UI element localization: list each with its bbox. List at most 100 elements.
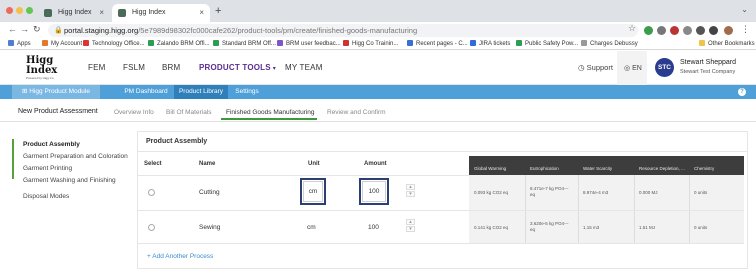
back-icon[interactable]: ← xyxy=(8,24,17,34)
impact-value: 8.471e-7 kg PO4--- eq xyxy=(530,186,569,197)
nav-fslm[interactable]: FSLM xyxy=(123,63,145,72)
extension-icon[interactable] xyxy=(644,26,653,35)
bookmark-recent-pages[interactable]: Recent pages - C... xyxy=(407,39,468,50)
step-review-and-confirm[interactable]: Review and Confirm xyxy=(327,109,386,116)
panel-divider xyxy=(137,151,748,152)
support-link[interactable]: ◷ Support xyxy=(578,63,613,72)
url-host: portal.staging.higg.org xyxy=(64,26,139,35)
close-window-dot[interactable] xyxy=(6,7,13,14)
impact-value: 3.620e-5 kg PO4--- eq xyxy=(530,221,569,232)
tab-settings[interactable]: Settings xyxy=(228,85,266,99)
chevron-down-icon[interactable]: ▾ xyxy=(406,226,415,232)
clock-icon: ◷ xyxy=(578,63,585,72)
unit-select[interactable]: cm xyxy=(307,224,316,231)
bookmark-icon xyxy=(407,40,413,46)
column-header-amount: Amount xyxy=(364,161,387,167)
bookmark-standard-brm[interactable]: Standard BRM Off... xyxy=(213,39,276,50)
amount-input[interactable]: 100 xyxy=(368,224,379,231)
bookmark-technology-office[interactable]: Technology Office... xyxy=(83,39,145,50)
row-select-radio[interactable] xyxy=(148,224,155,231)
bookmark-my-account[interactable]: My Account xyxy=(42,39,82,50)
apps-grid-icon xyxy=(8,40,14,46)
impact-value: 0.141 kg CO2 eq xyxy=(474,225,509,230)
bookmark-other[interactable]: Other Bookmarks xyxy=(699,39,755,50)
nav-fem[interactable]: FEM xyxy=(88,63,106,72)
sidebar-item-garment-washing[interactable]: Garment Washing and Finishing xyxy=(23,177,116,184)
chevron-up-icon[interactable]: ▴ xyxy=(406,219,415,225)
impact-value: 0 units xyxy=(694,225,708,230)
add-process-button[interactable]: + Add Another Process xyxy=(147,253,213,260)
bookmark-icon xyxy=(277,40,283,46)
row-select-radio[interactable] xyxy=(148,189,155,196)
address-bar: ← → ↻ 🔒 portal.staging.higg.org/5e7989d9… xyxy=(0,22,756,39)
sidebar-item-disposal-modes[interactable]: Disposal Modes xyxy=(23,193,69,200)
step-bill-of-materials[interactable]: Bill Of Materials xyxy=(166,109,212,116)
column-divider xyxy=(634,175,635,243)
bookmark-icon xyxy=(470,40,476,46)
chevron-down-icon[interactable]: ▾ xyxy=(406,191,415,197)
amount-stepper[interactable]: ▴ ▾ xyxy=(406,184,415,198)
impact-value: 0 units xyxy=(694,190,708,195)
bookmark-charges-debussy[interactable]: Charges Debussy xyxy=(581,39,638,50)
maximize-window-dot[interactable] xyxy=(26,7,33,14)
nav-my-team[interactable]: MY TEAM xyxy=(285,63,323,72)
bookmark-higg-training[interactable]: Higg Co Trainin... xyxy=(343,39,398,50)
browser-tab-1[interactable]: Higg Index × xyxy=(38,4,110,22)
bookmark-icon xyxy=(83,40,89,46)
module-name[interactable]: ⊞ Higg Product Module xyxy=(12,85,100,99)
language-selector[interactable]: ◎ EN xyxy=(624,64,642,72)
folder-icon xyxy=(699,40,705,46)
assessment-steps: New Product Assessment Overview Info Bil… xyxy=(0,103,756,122)
user-name[interactable]: Stewart Sheppard xyxy=(680,59,736,66)
column-header-global-warming: Global Warming xyxy=(474,166,507,171)
amount-input[interactable]: 100 xyxy=(362,181,386,202)
extension-icon[interactable] xyxy=(683,26,692,35)
amount-stepper[interactable]: ▴ ▾ xyxy=(406,219,415,233)
close-tab-icon[interactable]: × xyxy=(99,4,104,22)
sidebar-item-garment-printing[interactable]: Garment Printing xyxy=(23,165,72,172)
close-tab-icon[interactable]: × xyxy=(199,4,204,22)
column-divider xyxy=(689,175,690,243)
sidebar-item-product-assembly[interactable]: Product Assembly xyxy=(23,141,80,148)
bookmarks-bar: Apps My Account Technology Office... Zal… xyxy=(0,39,756,50)
bookmark-brm-feedback[interactable]: BRM user feedbac... xyxy=(277,39,341,50)
process-name: Sewing xyxy=(199,224,221,231)
impact-values-area xyxy=(469,175,744,243)
extensions-puzzle-icon[interactable] xyxy=(709,26,718,35)
column-header-chemistry: Chemistry xyxy=(694,166,715,171)
url-input[interactable]: 🔒 portal.staging.higg.org/5e7989d98302fc… xyxy=(48,24,638,37)
minimize-window-dot[interactable] xyxy=(16,7,23,14)
nav-brm[interactable]: BRM xyxy=(162,63,180,72)
new-tab-button[interactable]: + xyxy=(215,5,221,17)
tab-search-icon[interactable]: ⌄ xyxy=(741,5,748,14)
unit-select[interactable]: cm xyxy=(303,181,323,202)
bookmark-apps[interactable]: Apps xyxy=(8,39,31,50)
step-overview-info[interactable]: Overview Info xyxy=(114,109,154,116)
bookmark-star-icon[interactable]: ☆ xyxy=(628,23,636,34)
chevron-up-icon[interactable]: ▴ xyxy=(406,184,415,190)
sidebar-item-garment-preparation[interactable]: Garment Preparation and Coloration xyxy=(23,153,128,160)
column-divider xyxy=(578,175,579,243)
help-icon[interactable]: ? xyxy=(738,88,746,96)
step-finished-goods-manufacturing[interactable]: Finished Goods Manufacturing xyxy=(226,109,315,116)
bookmark-zalando-brm[interactable]: Zalando BRM Offi... xyxy=(148,39,210,50)
tab-title: Higg Index xyxy=(132,9,166,16)
bookmark-icon xyxy=(516,40,522,46)
tab-title: Higg Index xyxy=(58,9,92,16)
extension-icon[interactable] xyxy=(696,26,705,35)
tab-pm-dashboard[interactable]: PM Dashboard xyxy=(118,85,174,99)
higg-index-logo[interactable]: Higg Index Powered by Higg Co xyxy=(26,55,58,81)
extension-icon[interactable] xyxy=(670,26,679,35)
browser-menu-icon[interactable]: ⋮ xyxy=(741,24,750,35)
tab-product-library[interactable]: Product Library xyxy=(174,85,228,99)
row-divider xyxy=(137,175,469,176)
reload-icon[interactable]: ↻ xyxy=(33,24,41,35)
bookmark-public-safety[interactable]: Public Safety Pow... xyxy=(516,39,578,50)
nav-product-tools[interactable]: PRODUCT TOOLS ▾ xyxy=(199,63,276,72)
profile-avatar-icon[interactable] xyxy=(724,26,733,35)
avatar[interactable]: STC xyxy=(655,58,674,77)
forward-icon[interactable]: → xyxy=(20,24,29,34)
extension-icon[interactable] xyxy=(657,26,666,35)
browser-tab-2[interactable]: Higg Index × xyxy=(112,4,210,22)
bookmark-jira-tickets[interactable]: JIRA tickets xyxy=(470,39,510,50)
